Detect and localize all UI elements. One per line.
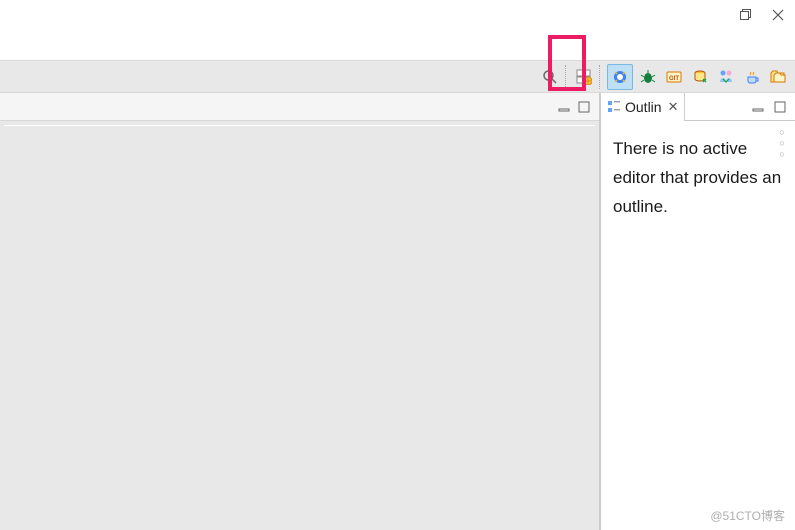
svg-text:GIT: GIT [669, 76, 679, 82]
editor-minimize-button[interactable] [557, 100, 571, 114]
toolbar-separator [599, 65, 603, 89]
restore-window-button[interactable] [739, 8, 753, 22]
editor-area [0, 93, 600, 530]
outline-tab-controls [685, 100, 795, 114]
perspective-team-sync[interactable] [715, 66, 737, 88]
outline-tabbar: Outlin ✕ [601, 93, 795, 121]
window-controls [739, 0, 785, 30]
perspective-java[interactable] [741, 66, 763, 88]
outline-tab[interactable]: Outlin ✕ [601, 93, 685, 121]
outline-view: Outlin ✕ ○○○ There is no active editor t… [600, 93, 795, 530]
perspective-git[interactable]: GIT [663, 66, 685, 88]
editor-maximize-button[interactable] [577, 100, 591, 114]
perspective-java-ee[interactable] [607, 64, 633, 90]
outline-icon [607, 100, 621, 114]
outline-maximize-button[interactable] [773, 100, 787, 114]
title-bar-area [0, 0, 795, 60]
editor-tabbar [0, 93, 599, 121]
annotation-highlight [548, 35, 586, 91]
perspective-resource[interactable] [767, 66, 789, 88]
perspective-svn-repo[interactable] [689, 66, 711, 88]
main-toolbar: GIT [0, 60, 795, 93]
view-menu-icon[interactable]: ○○○ [777, 127, 787, 160]
perspective-debug[interactable] [637, 66, 659, 88]
close-window-button[interactable] [771, 8, 785, 22]
editor-body [4, 125, 595, 526]
close-icon[interactable]: ✕ [666, 99, 679, 115]
outline-minimize-button[interactable] [751, 100, 765, 114]
outline-empty-message: There is no active editor that provides … [613, 135, 783, 222]
outline-tab-label: Outlin [625, 99, 662, 115]
outline-body: ○○○ There is no active editor that provi… [601, 121, 795, 530]
workspace: Outlin ✕ ○○○ There is no active editor t… [0, 93, 795, 530]
